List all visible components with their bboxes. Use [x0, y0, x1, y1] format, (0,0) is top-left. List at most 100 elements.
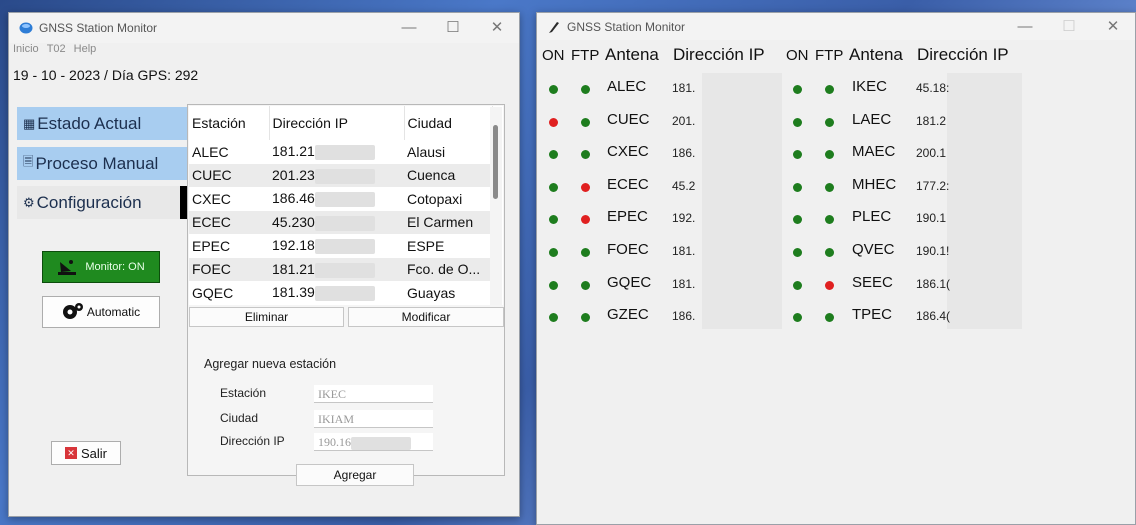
header-ftp: FTP	[571, 47, 600, 64]
cell-city: El Carmen	[404, 210, 492, 234]
ftp-status-dot	[825, 117, 834, 127]
antenna-label: ALEC	[607, 78, 647, 95]
ftp-status-dot	[825, 150, 834, 160]
on-status-dot	[549, 215, 558, 225]
monitor-label: Monitor: ON	[85, 261, 145, 273]
cell-station: CUEC	[189, 163, 269, 187]
monitor-window-title: GNSS Station Monitor	[567, 19, 686, 34]
monitor-title-bar[interactable]: GNSS Station Monitor — ☐ ✕	[537, 13, 1135, 40]
on-status-dot	[549, 248, 558, 257]
antenna-label: CXEC	[607, 143, 649, 161]
sidebar-item-estado-actual[interactable]: ▦ Estado Actual	[17, 107, 187, 140]
table-row[interactable]: CXEC 186.46 Cotopaxi	[189, 187, 492, 211]
header-antenna-2: Antena	[849, 45, 903, 64]
on-status-dot	[793, 248, 802, 257]
ftp-status-dot	[825, 215, 834, 225]
scrollbar-thumb[interactable]	[493, 125, 498, 199]
title-bar[interactable]: GNSS Station Monitor — ☐ ✕	[9, 13, 519, 43]
ip-label: 45.2	[672, 178, 696, 193]
antenna-label: EPEC	[607, 208, 648, 226]
menu-help[interactable]: Help	[74, 43, 97, 57]
antenna-label: PLEC	[852, 208, 892, 226]
menu-t02[interactable]: T02	[47, 43, 66, 57]
minimize-icon[interactable]: —	[1003, 12, 1047, 42]
station-field-label: Estación	[220, 386, 267, 400]
header-on: ON	[542, 47, 565, 64]
cell-city: Alausi	[407, 143, 446, 160]
stations-panel: Estación Dirección IP Ciudad ALEC 181.21…	[187, 104, 505, 486]
on-status-dot	[793, 280, 802, 290]
ip-input[interactable]: 190.16	[314, 433, 433, 451]
header-ftp-2: FTP	[815, 47, 844, 64]
antenna-label: SEEC	[852, 273, 893, 291]
ip-field-label: Dirección IP	[220, 434, 285, 448]
ftp-status-dot	[825, 85, 834, 94]
col-header-ip[interactable]: Dirección IP	[269, 106, 405, 140]
on-status-dot	[549, 85, 558, 94]
cell-ip: 201.23	[269, 163, 404, 187]
cell-city: Cotopaxi	[407, 190, 463, 207]
ip-label: 181.	[672, 276, 696, 291]
close-x-icon: ✕	[64, 447, 77, 459]
table-row[interactable]: ECEC 45.230 El Carmen	[189, 210, 492, 234]
table-scrollbar[interactable]	[490, 107, 502, 305]
antenna-label: FOEC	[607, 241, 649, 258]
add-station-heading: Agregar nueva estación	[204, 357, 337, 371]
ftp-status-dot	[581, 313, 590, 323]
delete-button[interactable]: Eliminar	[189, 307, 344, 327]
ip-redaction-1	[702, 73, 782, 329]
exit-label: Salir	[80, 445, 107, 461]
cell-ip: 45.230	[269, 210, 404, 234]
cell-ip: 186.46	[269, 187, 404, 211]
ip-label: 181.2	[916, 113, 947, 128]
table-header-row: Estación Dirección IP Ciudad	[189, 106, 493, 140]
antenna-label: QVEC	[852, 241, 895, 258]
city-input[interactable]: IKIAM	[314, 410, 433, 428]
maximize-icon[interactable]: ☐	[431, 13, 475, 43]
ip-label: 186.	[672, 309, 696, 324]
ip-label: 177.2:	[916, 178, 950, 193]
ftp-status-dot	[581, 215, 590, 225]
on-status-dot	[549, 313, 558, 323]
city-field-label: Ciudad	[220, 411, 259, 425]
table-row[interactable]: CUEC 201.23 Cuenca	[189, 163, 492, 187]
ftp-status-dot	[581, 117, 590, 127]
station-input[interactable]: IKEC	[314, 385, 433, 403]
cell-city: Cuenca	[404, 163, 492, 187]
feather-icon	[549, 21, 559, 33]
sidebar-item-proceso-manual[interactable]: 🗏 Proceso Manual	[17, 147, 187, 180]
gears-icon	[62, 303, 83, 319]
antenna-label: MHEC	[852, 175, 897, 193]
modify-button[interactable]: Modificar	[348, 307, 504, 327]
antenna-label: ECEC	[607, 175, 649, 193]
table-row[interactable]: EPEC 192.18 ESPE	[189, 234, 492, 258]
antenna-label: GQEC	[607, 273, 652, 291]
maximize-icon: ☐	[1062, 17, 1076, 35]
col-header-city[interactable]: Ciudad	[404, 106, 493, 140]
table-row[interactable]: ALEC 181.21 Alausi	[189, 140, 492, 164]
automatic-button[interactable]: Automatic	[42, 296, 160, 328]
monitor-window: GNSS Station Monitor — ☐ ✕ ON FTP Antena…	[536, 12, 1136, 525]
cell-station: EPEC	[192, 237, 231, 254]
cell-station: ALEC	[192, 143, 229, 160]
on-status-dot	[793, 150, 802, 160]
exit-button[interactable]: ✕ Salir	[51, 441, 121, 465]
menu-bar: Inicio T02 Help	[9, 43, 519, 57]
minimize-icon[interactable]: —	[387, 13, 431, 43]
on-status-dot	[793, 313, 802, 323]
satellite-dish-icon	[58, 260, 77, 275]
cell-city: ESPE	[407, 237, 445, 254]
col-header-station[interactable]: Estación	[189, 106, 270, 140]
add-button[interactable]: Agregar	[296, 464, 414, 486]
sidebar-item-configuracion[interactable]: ⚙ Configuración	[17, 186, 187, 219]
antenna-label: CUEC	[607, 110, 650, 128]
monitor-button[interactable]: Monitor: ON	[42, 251, 160, 283]
table-row[interactable]: GQEC 181.39 Guayas	[189, 281, 492, 305]
menu-inicio[interactable]: Inicio	[13, 43, 39, 57]
close-icon[interactable]: ✕	[1091, 12, 1135, 42]
table-row[interactable]: FOEC 181.21 Fco. de O...	[189, 257, 492, 281]
window-title: GNSS Station Monitor	[39, 21, 158, 35]
close-icon[interactable]: ✕	[475, 13, 519, 43]
automatic-label: Automatic	[86, 305, 141, 319]
antenna-label: GZEC	[607, 306, 649, 324]
